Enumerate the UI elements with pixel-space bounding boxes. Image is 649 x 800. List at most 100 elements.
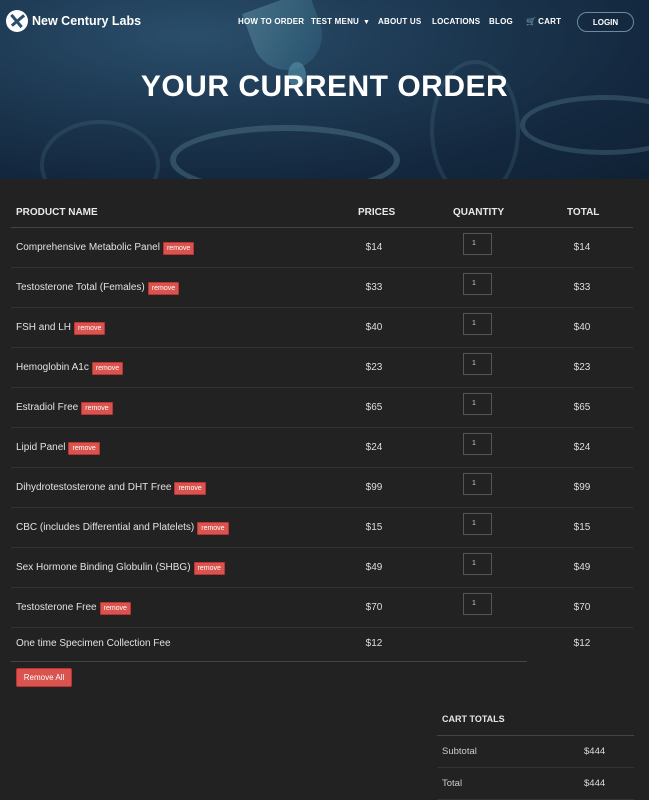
- product-price: $15: [365, 522, 383, 533]
- remove-button[interactable]: remove: [74, 322, 106, 335]
- cart-totals: CART TOTALS Subtotal $444 Total $444: [437, 706, 634, 800]
- product-name: Comprehensive Metabolic Panel remove: [16, 242, 195, 255]
- fee-row: One time Specimen Collection Fee $12 $12: [11, 628, 633, 662]
- product-price: $33: [365, 282, 383, 293]
- product-total: $24: [573, 442, 591, 453]
- total-label: Total: [442, 778, 463, 789]
- product-price: $65: [365, 402, 383, 413]
- product-name: Hemoglobin A1c remove: [16, 362, 124, 375]
- quantity-input[interactable]: 1: [463, 393, 492, 415]
- nav-how-to-order[interactable]: HOW TO ORDER: [238, 17, 304, 26]
- subtotal-value: $444: [584, 746, 606, 757]
- product-price: $70: [365, 602, 383, 613]
- quantity-input[interactable]: 1: [463, 313, 492, 335]
- remove-all-button[interactable]: Remove All: [16, 668, 72, 687]
- nav-test-menu[interactable]: TEST MENU ▼: [311, 17, 370, 26]
- subtotal-label: Subtotal: [442, 746, 477, 757]
- product-name-text: Testosterone Total (Females): [16, 282, 145, 293]
- table-header: PRODUCT NAME PRICES QUANTITY TOTAL: [11, 195, 633, 228]
- product-total: $99: [573, 482, 591, 493]
- nav-locations[interactable]: LOCATIONS: [432, 17, 480, 26]
- product-price: $49: [365, 562, 383, 573]
- product-name-text: Comprehensive Metabolic Panel: [16, 242, 160, 253]
- page-title: YOUR CURRENT ORDER: [140, 70, 509, 103]
- product-name: CBC (includes Differential and Platelets…: [16, 522, 229, 535]
- quantity-input[interactable]: 1: [463, 513, 492, 535]
- quantity-input[interactable]: 1: [463, 473, 492, 495]
- product-name: Sex Hormone Binding Globulin (SHBG) remov…: [16, 562, 225, 575]
- product-name-text: CBC (includes Differential and Platelets…: [16, 522, 195, 533]
- header-quantity: QUANTITY: [453, 207, 505, 218]
- product-price: $23: [365, 362, 383, 373]
- quantity-input[interactable]: 1: [463, 353, 492, 375]
- nav-cart[interactable]: 🛒 CART: [526, 17, 561, 26]
- brand-logo[interactable]: New Century Labs: [6, 10, 141, 32]
- product-name-text: Lipid Panel: [16, 442, 66, 453]
- quantity-input[interactable]: 1: [463, 593, 492, 615]
- fee-price: $12: [365, 638, 383, 649]
- logo-icon: [6, 10, 28, 32]
- header-product-name: PRODUCT NAME: [16, 207, 98, 218]
- product-name: Lipid Panel remove: [16, 442, 100, 455]
- product-name-text: Sex Hormone Binding Globulin (SHBG): [16, 562, 191, 573]
- remove-button[interactable]: remove: [197, 522, 229, 535]
- total-row: Total $444: [437, 768, 634, 800]
- product-total: $40: [573, 322, 591, 333]
- subtotal-row: Subtotal $444: [437, 736, 634, 768]
- product-total: $49: [573, 562, 591, 573]
- product-name: Testosterone Total (Females) remove: [16, 282, 180, 295]
- quantity-input[interactable]: 1: [463, 433, 492, 455]
- product-name: FSH and LH remove: [16, 322, 106, 335]
- product-total: $23: [573, 362, 591, 373]
- table-row: Dihydrotestosterone and DHT Free remove $9…: [11, 468, 633, 508]
- product-price: $40: [365, 322, 383, 333]
- table-row: Testosterone Total (Females) remove $33 1 $3…: [11, 268, 633, 308]
- product-price: $99: [365, 482, 383, 493]
- product-name-text: Dihydrotestosterone and DHT Free: [16, 482, 172, 493]
- brand-name: New Century Labs: [32, 14, 142, 28]
- product-total: $14: [573, 242, 591, 253]
- cart-icon: 🛒: [526, 17, 537, 26]
- product-name-text: Estradiol Free: [16, 402, 79, 413]
- remove-button[interactable]: remove: [68, 442, 100, 455]
- product-total: $33: [573, 282, 591, 293]
- table-row: Lipid Panel remove $24 1 $24: [11, 428, 633, 468]
- quantity-input[interactable]: 1: [463, 273, 492, 295]
- product-name-text: Testosterone Free: [16, 602, 97, 613]
- product-name: Estradiol Free remove: [16, 402, 113, 415]
- product-name-text: Hemoglobin A1c: [16, 362, 89, 373]
- order-table: PRODUCT NAME PRICES QUANTITY TOTAL Compr…: [11, 195, 633, 662]
- table-row: Estradiol Free remove $65 1 $65: [11, 388, 633, 428]
- table-row: Testosterone Free remove $70 1 $70: [11, 588, 633, 628]
- header-prices: PRICES: [358, 207, 396, 218]
- product-name-text: FSH and LH: [16, 322, 72, 333]
- nav-cart-label: CART: [538, 17, 562, 26]
- remove-button[interactable]: remove: [162, 242, 195, 255]
- remove-button[interactable]: remove: [99, 602, 131, 615]
- remove-button[interactable]: remove: [81, 402, 113, 415]
- nav-blog[interactable]: BLOG: [489, 17, 513, 26]
- caret-down-icon: ▼: [363, 19, 371, 26]
- quantity-input[interactable]: 1: [463, 553, 492, 575]
- quantity-input[interactable]: 1: [463, 233, 492, 255]
- fee-name: One time Specimen Collection Fee: [16, 638, 171, 649]
- product-total: $70: [573, 602, 591, 613]
- product-price: $14: [365, 242, 383, 253]
- product-name: Testosterone Free remove: [16, 602, 131, 615]
- header-total: TOTAL: [567, 207, 600, 218]
- remove-button[interactable]: remove: [91, 362, 124, 375]
- product-total: $65: [573, 402, 591, 413]
- fee-total: $12: [573, 638, 591, 649]
- top-nav: New Century Labs HOW TO ORDER TEST MENU ▼…: [0, 0, 649, 45]
- remove-button[interactable]: remove: [193, 562, 225, 575]
- table-row: Sex Hormone Binding Globulin (SHBG) remov…: [11, 548, 633, 588]
- login-button[interactable]: LOGIN: [577, 12, 634, 32]
- product-name: Dihydrotestosterone and DHT Free remove: [16, 482, 206, 495]
- table-row: Comprehensive Metabolic Panel remove $14 1 $…: [11, 228, 633, 268]
- remove-button[interactable]: remove: [174, 482, 206, 495]
- remove-button[interactable]: remove: [147, 282, 180, 295]
- nav-test-menu-label: TEST MENU: [311, 17, 360, 26]
- cart-totals-title: CART TOTALS: [437, 706, 634, 736]
- nav-about-us[interactable]: ABOUT US: [378, 17, 421, 26]
- product-price: $24: [365, 442, 383, 453]
